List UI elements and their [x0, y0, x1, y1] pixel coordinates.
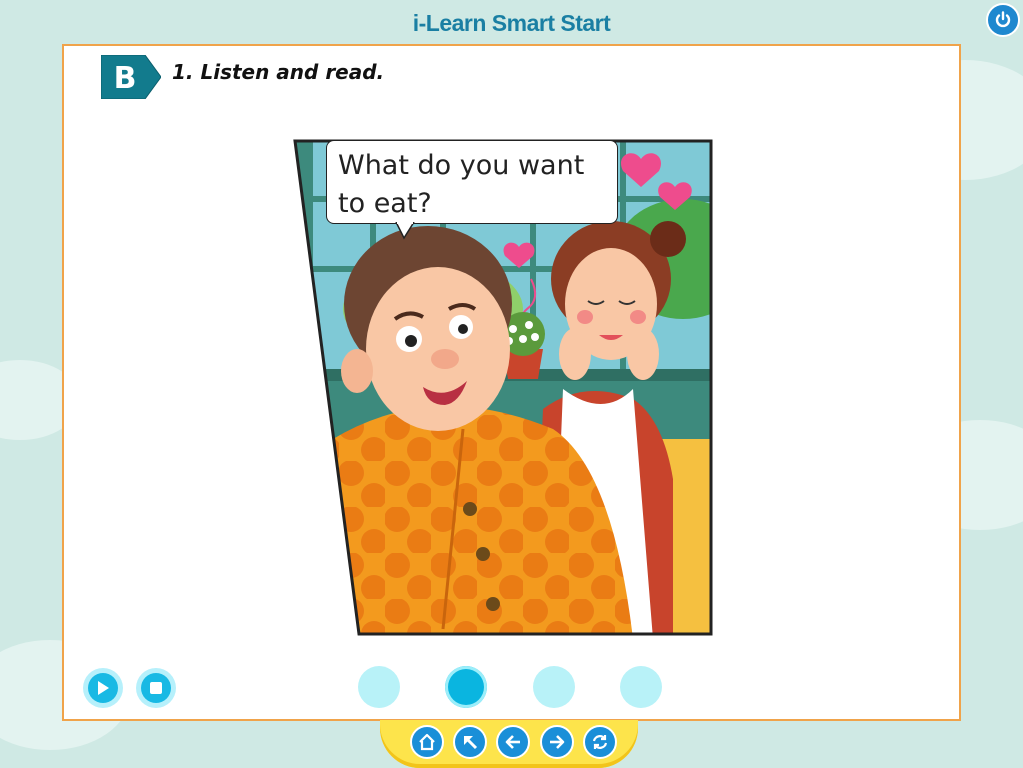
- refresh-icon: [592, 735, 608, 749]
- lesson-panel: B 1. Listen and read. What do you want t…: [62, 44, 961, 721]
- back-arrow-icon: [505, 735, 520, 749]
- top-left-arrow-icon: [464, 736, 478, 750]
- play-button[interactable]: [83, 668, 123, 708]
- page-dot-3[interactable]: [533, 666, 575, 708]
- speech-line-2: to eat?: [338, 188, 432, 219]
- page-dot-2[interactable]: [445, 666, 487, 708]
- page-dot-1[interactable]: [358, 666, 400, 708]
- refresh-button[interactable]: [583, 725, 617, 759]
- stop-button[interactable]: [136, 668, 176, 708]
- stop-icon: [150, 682, 162, 694]
- forward-button[interactable]: [540, 725, 574, 759]
- speech-bubble-tail: [395, 222, 415, 240]
- section-badge: B: [101, 55, 161, 99]
- app-title: i-Learn Smart Start: [412, 10, 611, 36]
- page-dot-4[interactable]: [620, 666, 662, 708]
- instruction-text: 1. Listen and read.: [172, 60, 385, 84]
- section-badge-letter: B: [114, 61, 137, 96]
- power-icon: [995, 11, 1011, 28]
- speech-bubble: What do you want to eat?: [326, 140, 618, 224]
- back-button[interactable]: [496, 725, 530, 759]
- forward-arrow-icon: [550, 735, 565, 749]
- home-button[interactable]: [410, 725, 444, 759]
- menu-button[interactable]: [453, 725, 487, 759]
- power-button[interactable]: [986, 3, 1020, 37]
- speech-line-1: What do you want: [338, 150, 585, 181]
- home-icon: [419, 733, 435, 751]
- play-icon: [98, 681, 109, 695]
